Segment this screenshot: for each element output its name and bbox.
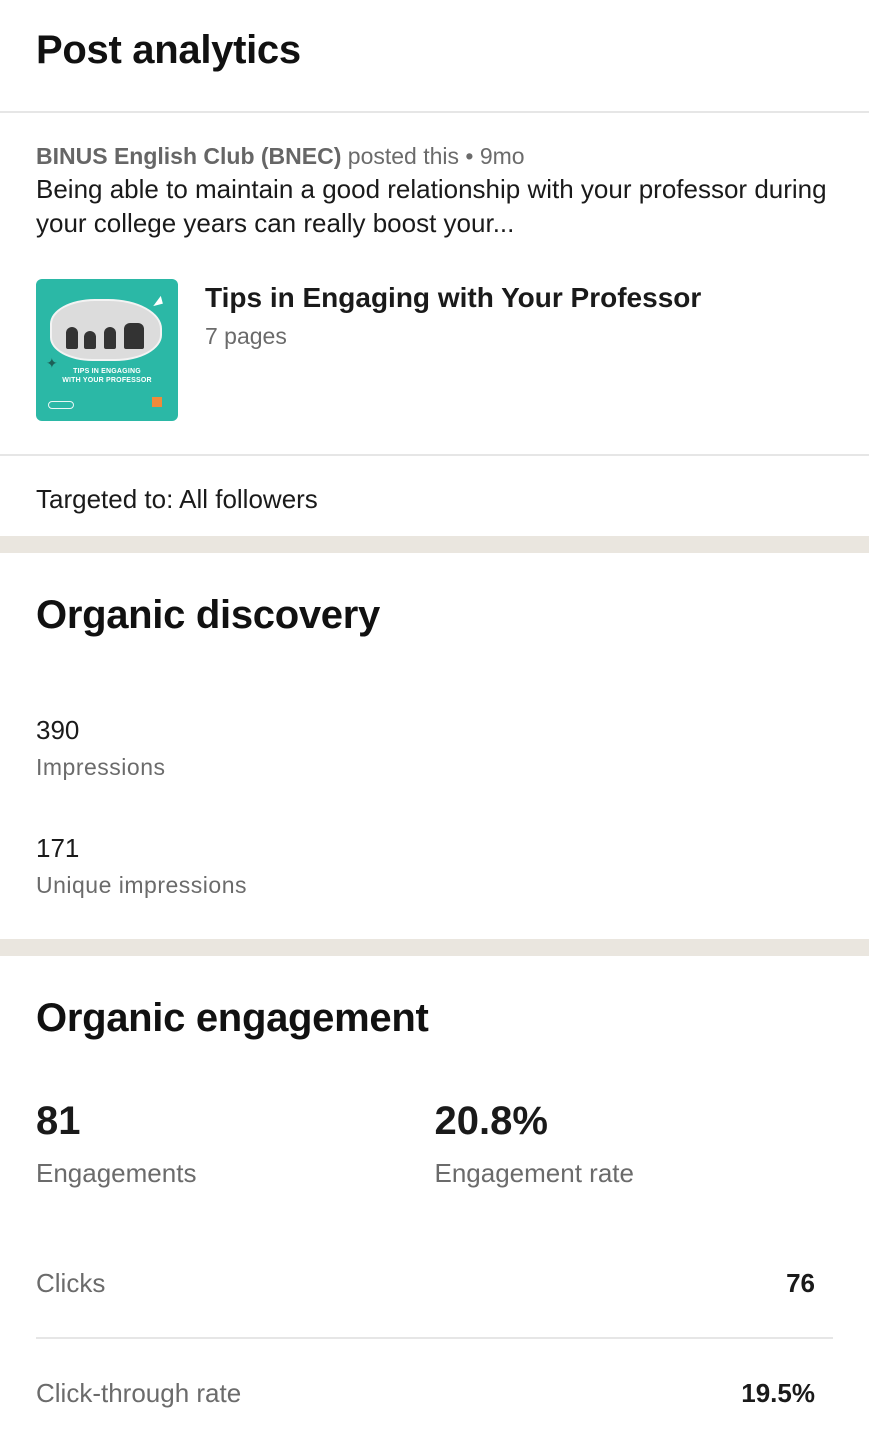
thumbnail-caption: TIPS IN ENGAGING WITH YOUR PROFESSOR: [62, 368, 152, 384]
page-header: Post analytics: [0, 0, 869, 113]
document-page-count: 7 pages: [205, 323, 287, 349]
impressions-value: 390: [36, 715, 80, 745]
engagement-summary: 81 Engagements 20.8% Engagement rate: [36, 1099, 833, 1189]
click-through-rate-label: Click-through rate: [36, 1377, 242, 1408]
engagements-value: 81: [36, 1099, 81, 1143]
section-divider: [0, 939, 869, 956]
post-author[interactable]: BINUS English Club (BNEC): [36, 143, 341, 169]
engagements-label: Engagements: [36, 1158, 197, 1188]
unique-impressions-metric: 171 Unique impressions: [36, 833, 833, 899]
organic-engagement-section: Organic engagement 81 Engagements 20.8% …: [0, 956, 869, 1436]
section-title-discovery: Organic discovery: [36, 593, 380, 637]
unique-impressions-label: Unique impressions: [36, 872, 247, 898]
document-title: Tips in Engaging with Your Professor: [205, 282, 702, 313]
engagement-rate-label: Engagement rate: [434, 1158, 634, 1188]
click-through-rate-row: Click-through rate 19.5%: [36, 1339, 833, 1436]
engagement-rate-value: 20.8%: [434, 1099, 548, 1143]
organic-discovery-section: Organic discovery 390 Impressions 171 Un…: [0, 553, 869, 939]
engagements-metric: 81 Engagements: [36, 1099, 435, 1189]
post-meta: BINUS English Club (BNEC) posted this • …: [36, 141, 833, 171]
loop-decoration-icon: [48, 401, 74, 409]
paper-plane-icon: [151, 295, 163, 307]
post-preview[interactable]: BINUS English Club (BNEC) posted this • …: [0, 113, 869, 456]
document-thumbnail: ✦ TIPS IN ENGAGING WITH YOUR PROFESSOR: [36, 279, 178, 421]
page-title: Post analytics: [36, 28, 301, 72]
engagement-rate-metric: 20.8% Engagement rate: [435, 1099, 834, 1189]
post-analytics-page: Post analytics BINUS English Club (BNEC)…: [0, 0, 869, 1436]
targeting-info: Targeted to: All followers: [36, 484, 318, 514]
document-info: Tips in Engaging with Your Professor 7 p…: [205, 279, 701, 421]
post-action: posted this • 9mo: [341, 143, 525, 169]
document-attachment[interactable]: ✦ TIPS IN ENGAGING WITH YOUR PROFESSOR T…: [36, 279, 833, 421]
engagement-details: Clicks 76 Click-through rate 19.5%: [36, 1229, 833, 1436]
impressions-metric: 390 Impressions: [36, 715, 833, 781]
impressions-label: Impressions: [36, 754, 166, 780]
square-decoration-icon: [152, 397, 162, 407]
click-through-rate-value: 19.5%: [741, 1377, 815, 1408]
clicks-row: Clicks 76: [36, 1229, 833, 1337]
section-divider: [0, 536, 869, 553]
clicks-label: Clicks: [36, 1267, 106, 1298]
post-text: Being able to maintain a good relationsh…: [36, 174, 827, 238]
thumbnail-photo: [50, 299, 162, 361]
section-title-engagement: Organic engagement: [36, 996, 429, 1040]
unique-impressions-value: 171: [36, 833, 80, 863]
clicks-value: 76: [786, 1267, 815, 1298]
